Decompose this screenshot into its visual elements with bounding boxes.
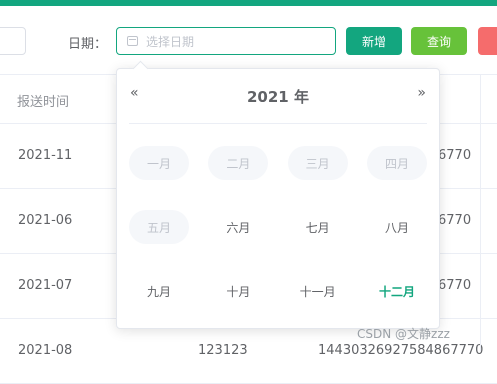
month-cell[interactable]: 十月	[208, 274, 268, 308]
month-cell[interactable]: 十一月	[288, 274, 348, 308]
date-placeholder: 选择日期	[146, 34, 195, 49]
query-button[interactable]: 查询	[411, 27, 467, 55]
month-cell: 三月	[287, 146, 348, 180]
month-cell: 一月	[129, 146, 189, 180]
month-cell: 二月	[208, 146, 269, 180]
previous-filter-input[interactable]	[0, 27, 26, 55]
column-header-report-time: 报送时间	[17, 95, 70, 110]
month-cell[interactable]: 七月	[288, 210, 348, 244]
filter-bar: 日期： 选择日期 新增 查询	[0, 6, 497, 74]
danger-button[interactable]	[478, 27, 497, 55]
month-cell[interactable]: 八月	[367, 210, 427, 244]
calendar-icon	[127, 36, 138, 46]
watermark: CSDN @文静zzz	[357, 327, 450, 341]
cell-report-time: 2021-11	[18, 148, 73, 163]
month-grid: 一月 二月 三月 四月 五月 六月 七月 八月 九月 十月 十一月 十二月	[129, 131, 427, 323]
next-year-button[interactable]: »	[417, 85, 426, 101]
month-row: 九月 十月 十一月 十二月	[129, 259, 427, 323]
add-button[interactable]: 新增	[346, 27, 402, 55]
date-label: 日期：	[68, 37, 108, 52]
month-cell[interactable]: 六月	[208, 210, 268, 244]
cell-id-tail: 6770	[438, 148, 472, 163]
month-cell[interactable]: 十二月	[367, 274, 427, 308]
column-divider	[480, 74, 481, 351]
date-input[interactable]: 选择日期	[116, 27, 336, 55]
picker-header: « 2021 年 »	[129, 69, 427, 124]
cell-report-time: 2021-07	[18, 278, 73, 293]
month-picker-popup: « 2021 年 » 一月 二月 三月 四月 五月 六月 七月 八月 九月 十月 十一月 十二月	[116, 60, 440, 329]
month-cell: 五月	[129, 210, 189, 244]
cell-id-tail: 6770	[438, 213, 472, 228]
month-row: 五月 六月 七月 八月	[129, 195, 427, 259]
cell-report-time: 2021-06	[18, 213, 73, 228]
month-cell[interactable]: 九月	[129, 274, 189, 308]
year-label[interactable]: 2021 年	[129, 86, 427, 107]
cell-id-tail: 6770	[438, 278, 472, 293]
month-cell: 四月	[366, 146, 427, 180]
month-row: 一月 二月 三月 四月	[129, 131, 427, 195]
